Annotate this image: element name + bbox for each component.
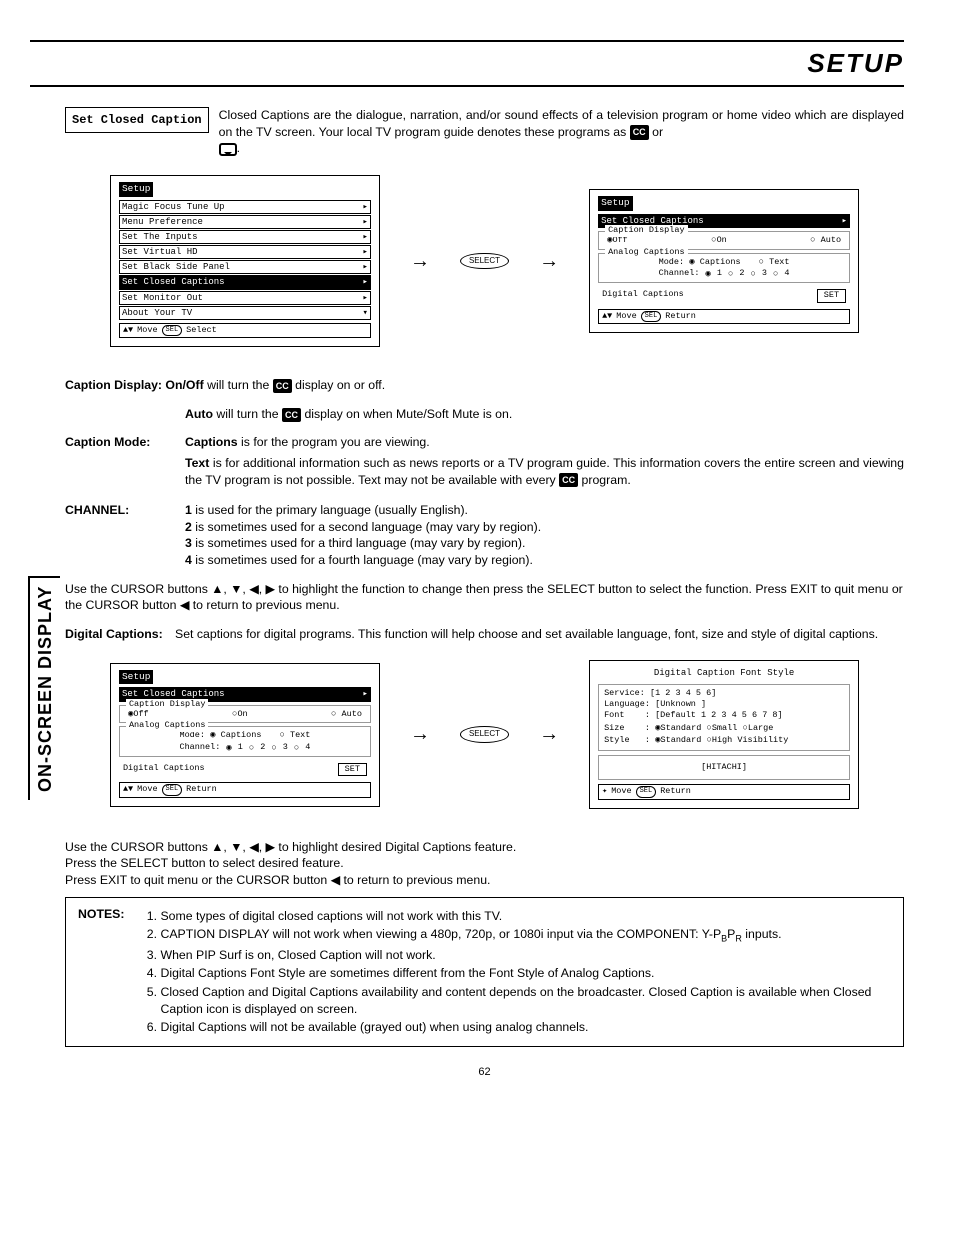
osd1-item: Set Monitor Out▸ bbox=[119, 291, 371, 305]
set-closed-caption-label: Set Closed Caption bbox=[65, 107, 209, 133]
osd3-title: Setup bbox=[119, 670, 154, 685]
osd1-footer: ▲▼Move SELSelect bbox=[119, 323, 371, 338]
note-5: Closed Caption and Digital Captions avai… bbox=[160, 984, 891, 1017]
note-2: CAPTION DISPLAY will not work when viewi… bbox=[160, 926, 891, 945]
page-number: 62 bbox=[65, 1065, 904, 1080]
osd-setup-menu: Setup Magic Focus Tune Up▸ Menu Preferen… bbox=[110, 175, 380, 347]
side-tab-label: ON-SCREEN DISPLAY bbox=[28, 576, 60, 800]
arrow-right-icon: → bbox=[539, 721, 559, 748]
osd2-analog-group: Analog Captions Mode: ◉ Captions○ Text C… bbox=[598, 253, 850, 284]
osd-row-2: Setup Set Closed Captions▸ Caption Displ… bbox=[65, 660, 904, 808]
channel-section: CHANNEL: 1 is used for the primary langu… bbox=[65, 502, 904, 568]
intro-or: or bbox=[652, 125, 663, 139]
caption-mode-text-row: Text is for additional information such … bbox=[65, 455, 904, 488]
digital-captions-body: Set captions for digital programs. This … bbox=[175, 626, 904, 643]
speech-bubble-icon bbox=[219, 143, 237, 156]
cursor-instructions-2a: Use the CURSOR buttons ▲, ▼, ◀, ▶ to hig… bbox=[65, 839, 904, 856]
arrow-right-icon: → bbox=[410, 721, 430, 748]
notes-label: NOTES: bbox=[78, 906, 124, 1038]
select-remote-button: SELECT bbox=[460, 726, 509, 743]
cc-icon: CC bbox=[630, 125, 649, 139]
osd1-item: Set Virtual HD▸ bbox=[119, 245, 371, 259]
select-remote-button: SELECT bbox=[460, 253, 509, 270]
osd1-item: Set The Inputs▸ bbox=[119, 230, 371, 244]
caption-mode-row: Caption Mode: Captions is for the progra… bbox=[65, 434, 904, 451]
cursor-instructions-1: Use the CURSOR buttons ▲, ▼, ◀, ▶ to hig… bbox=[65, 581, 904, 614]
page-title: SETUP bbox=[30, 46, 904, 81]
channel-label: CHANNEL: bbox=[65, 502, 185, 568]
caption-display-line: Caption Display: On/Off will turn the CC… bbox=[65, 377, 904, 394]
osd1-item: About Your TV▾ bbox=[119, 306, 371, 320]
caption-mode-label: Caption Mode: bbox=[65, 434, 185, 451]
osd1-item-highlighted: Set Closed Captions▸ bbox=[119, 275, 371, 289]
auto-line: Auto will turn the CC display on when Mu… bbox=[185, 406, 904, 423]
header-rule-top bbox=[30, 40, 904, 42]
osd2-footer: ▲▼Move SELReturn bbox=[598, 309, 850, 324]
osd2-digital: Digital Captions bbox=[602, 289, 684, 302]
arrow-right-icon: → bbox=[410, 248, 430, 275]
osd4-preview: [HITACHI] bbox=[598, 755, 850, 780]
osd1-item: Magic Focus Tune Up▸ bbox=[119, 200, 371, 214]
cc-icon: CC bbox=[273, 379, 292, 393]
header-rule-bottom bbox=[30, 85, 904, 87]
intro-text-1: Closed Captions are the dialogue, narrat… bbox=[219, 108, 904, 139]
osd-closed-captions: Setup Set Closed Captions▸ Caption Displ… bbox=[589, 189, 859, 333]
note-6: Digital Captions will not be available (… bbox=[160, 1019, 891, 1036]
cursor-instructions-2c: Press EXIT to quit menu or the CURSOR bu… bbox=[65, 872, 904, 889]
osd1-item: Set Black Side Panel▸ bbox=[119, 260, 371, 274]
cc-icon: CC bbox=[282, 408, 301, 422]
cc-icon: CC bbox=[559, 473, 578, 487]
osd-closed-captions-2: Setup Set Closed Captions▸ Caption Displ… bbox=[110, 663, 380, 807]
note-3: When PIP Surf is on, Closed Caption will… bbox=[160, 947, 891, 964]
digital-captions-label: Digital Captions: bbox=[65, 626, 175, 643]
osd2-capdisp-label: Caption Display bbox=[605, 225, 688, 236]
osd-row-1: Setup Magic Focus Tune Up▸ Menu Preferen… bbox=[65, 175, 904, 347]
note-1: Some types of digital closed captions wi… bbox=[160, 908, 891, 925]
digital-captions-p: Digital Captions: Set captions for digit… bbox=[65, 626, 904, 643]
osd2-set-btn: SET bbox=[817, 289, 846, 302]
osd1-item: Menu Preference▸ bbox=[119, 215, 371, 229]
osd-font-style: Digital Caption Font Style Service: [1 2… bbox=[589, 660, 859, 808]
intro-paragraph: Closed Captions are the dialogue, narrat… bbox=[219, 107, 904, 157]
osd2-title: Setup bbox=[598, 196, 633, 211]
notes-box: NOTES: Some types of digital closed capt… bbox=[65, 897, 904, 1047]
arrow-right-icon: → bbox=[539, 248, 559, 275]
note-4: Digital Captions Font Style are sometime… bbox=[160, 965, 891, 982]
osd4-title: Digital Caption Font Style bbox=[598, 667, 850, 679]
intro-period: . bbox=[237, 141, 240, 155]
osd2-analog-label: Analog Captions bbox=[605, 247, 688, 258]
osd1-title: Setup bbox=[119, 182, 154, 197]
notes-list: Some types of digital closed captions wi… bbox=[160, 906, 891, 1038]
cursor-instructions-2b: Press the SELECT button to select desire… bbox=[65, 855, 904, 872]
side-tab: ON-SCREEN DISPLAY bbox=[28, 576, 60, 800]
